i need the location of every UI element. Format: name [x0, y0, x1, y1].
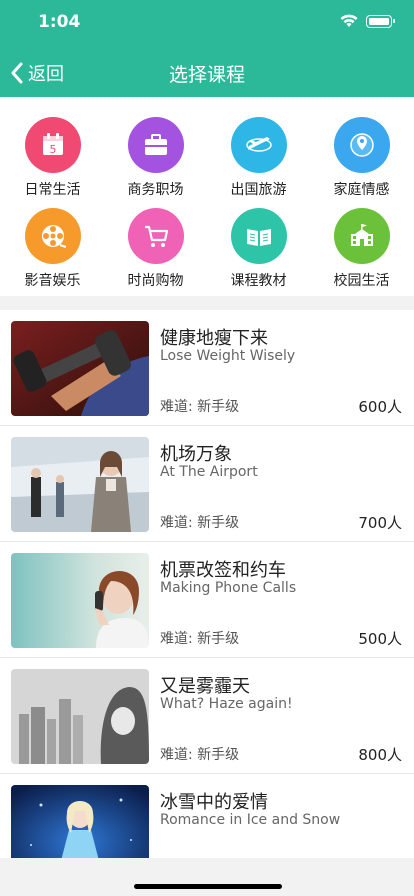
course-thumbnail	[11, 785, 149, 858]
category-label: 校园生活	[333, 273, 390, 289]
page-title: 选择课程	[168, 64, 245, 86]
course-thumbnail	[11, 553, 149, 648]
nav-header: 1:04 返回 选择课程	[0, 0, 414, 97]
shopping-cart-icon	[127, 208, 184, 264]
briefcase-icon	[127, 117, 184, 173]
category-label: 家庭情感	[333, 182, 390, 198]
category-family[interactable]: 家庭情感	[310, 117, 413, 199]
course-level: 难道: 新手级	[160, 631, 240, 647]
course-learner-count: 600人	[358, 398, 402, 416]
category-daily-life[interactable]: 5 日常生活	[1, 117, 104, 199]
course-level: 难道: 新手级	[160, 399, 240, 415]
wifi-icon	[340, 14, 358, 27]
course-learner-count: 500人	[358, 630, 402, 648]
home-indicator[interactable]	[134, 884, 282, 889]
course-subtitle: Making Phone Calls	[160, 580, 297, 596]
bottom-safe-area	[0, 858, 414, 896]
course-item[interactable]: 机票改签和约车 Making Phone Calls 难道: 新手级 500人	[0, 542, 414, 658]
category-label: 影音娱乐	[24, 273, 81, 289]
category-shopping[interactable]: 时尚购物	[104, 208, 207, 290]
category-entertainment[interactable]: 影音娱乐	[1, 208, 104, 290]
course-item[interactable]: 机场万象 At The Airport 难道: 新手级 700人	[0, 426, 414, 542]
course-subtitle: What? Haze again!	[160, 696, 293, 712]
book-icon	[230, 208, 287, 264]
course-title: 机票改签和约车	[160, 560, 286, 581]
category-label: 时尚购物	[127, 273, 184, 289]
course-learner-count: 800人	[358, 746, 402, 764]
course-subtitle: Romance in Ice and Snow	[160, 812, 341, 828]
course-subtitle: Lose Weight Wisely	[160, 348, 296, 364]
course-title: 又是雾霾天	[160, 676, 250, 697]
location-pin-icon	[333, 117, 390, 173]
category-label: 课程教材	[230, 273, 287, 289]
course-title: 机场万象	[160, 444, 232, 465]
course-subtitle: At The Airport	[160, 464, 258, 480]
category-campus[interactable]: 校园生活	[310, 208, 413, 290]
course-thumbnail	[11, 437, 149, 532]
course-thumbnail	[11, 669, 149, 764]
category-label: 出国旅游	[230, 182, 287, 198]
course-list[interactable]: 健康地瘦下来 Lose Weight Wisely 难道: 新手级 600人 机…	[0, 310, 414, 858]
course-level: 难道: 新手级	[160, 747, 240, 763]
category-label: 日常生活	[24, 182, 81, 198]
course-level: 难道: 新手级	[160, 515, 240, 531]
status-icons	[340, 14, 395, 28]
course-item[interactable]: 又是雾霾天 What? Haze again! 难道: 新手级 800人	[0, 658, 414, 774]
course-title: 健康地瘦下来	[160, 328, 268, 349]
category-business[interactable]: 商务职场	[104, 117, 207, 199]
film-reel-icon	[24, 208, 81, 264]
calendar-icon: 5	[24, 117, 81, 173]
category-grid: 5 日常生活 商务职场 出国旅游 家庭情感 影音娱乐 时尚购物 课程教材 校园生…	[0, 97, 414, 296]
category-label: 商务职场	[127, 182, 184, 198]
school-icon	[333, 208, 390, 264]
course-item[interactable]: 冰雪中的爱情 Romance in Ice and Snow	[0, 774, 414, 858]
battery-icon	[366, 14, 395, 28]
svg-text:5: 5	[49, 143, 56, 156]
airplane-icon	[230, 117, 287, 173]
status-time: 1:04	[38, 12, 81, 32]
category-travel[interactable]: 出国旅游	[207, 117, 310, 199]
course-learner-count: 700人	[358, 514, 402, 532]
course-item[interactable]: 健康地瘦下来 Lose Weight Wisely 难道: 新手级 600人	[0, 310, 414, 426]
category-textbooks[interactable]: 课程教材	[207, 208, 310, 290]
course-title: 冰雪中的爱情	[160, 792, 268, 813]
course-thumbnail	[11, 321, 149, 416]
